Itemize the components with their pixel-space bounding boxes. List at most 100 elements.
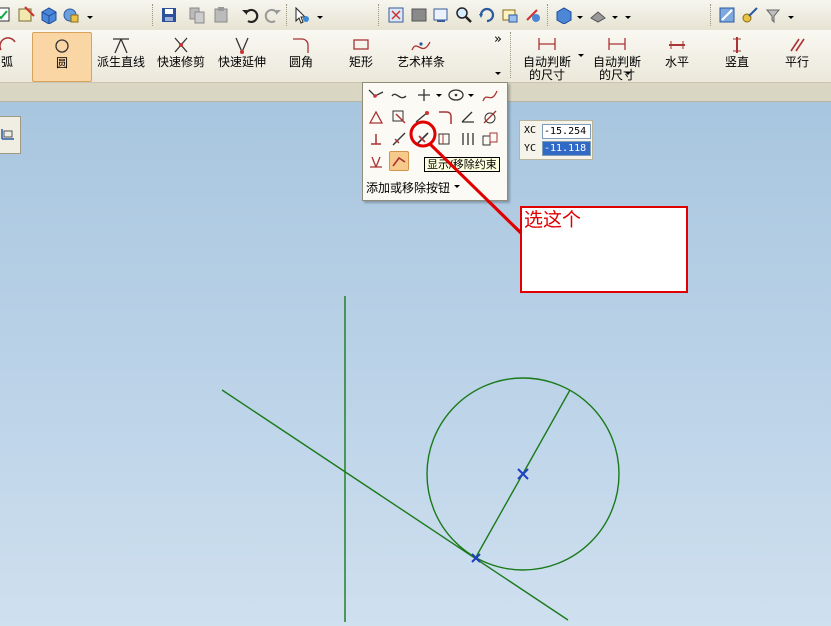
slanted-sketch-line[interactable]: [221, 389, 569, 621]
arc-button[interactable]: 弧: [0, 32, 20, 80]
studio-spline-button[interactable]: 艺术样条: [392, 32, 450, 80]
chevron-down-icon[interactable]: [317, 16, 323, 19]
standard-toolbar: [0, 0, 831, 31]
angle-tool-icon[interactable]: [459, 108, 477, 126]
auto-constrain-icon[interactable]: [389, 151, 409, 171]
rectangle-button[interactable]: 矩形: [344, 32, 378, 80]
convert-reference-icon[interactable]: [481, 130, 499, 148]
vertical-label: 竖直: [724, 55, 749, 69]
chevron-down-icon[interactable]: [612, 16, 618, 19]
arc-icon: [0, 37, 16, 51]
box-icon[interactable]: [40, 6, 58, 24]
inferred-dimension-button[interactable]: 自动判断 的尺寸: [520, 32, 574, 82]
vertical-constraint-button[interactable]: 竖直: [720, 32, 754, 80]
inferred-dimension-icon: [608, 38, 626, 50]
view-button[interactable]: [0, 116, 21, 154]
chevron-down-icon[interactable]: [454, 185, 460, 188]
parallel-constraint-button[interactable]: 平行: [780, 32, 814, 80]
chevron-down-icon[interactable]: [625, 72, 631, 75]
undo-icon[interactable]: [241, 6, 259, 24]
zoom-window-icon[interactable]: [432, 6, 450, 24]
toolbar-separator: [286, 4, 289, 26]
circle-label: 圆: [55, 56, 68, 70]
quick-trim-button[interactable]: 快速修剪: [154, 32, 208, 80]
quick-trim-label: 快速修剪: [156, 55, 205, 69]
xc-input[interactable]: -15.254: [542, 124, 591, 139]
selection-icon[interactable]: [293, 6, 311, 24]
toolbar-separator: [547, 4, 550, 26]
constraints-palette: 添加或移除按钮: [362, 82, 508, 201]
animate-dimension-icon[interactable]: [367, 152, 385, 170]
tooltip: 显示/移除约束: [424, 157, 500, 172]
constraint-tool-icon[interactable]: [367, 86, 385, 104]
checkbox-icon[interactable]: [0, 6, 12, 24]
redo-icon[interactable]: [264, 6, 282, 24]
horizontal-icon: [669, 41, 685, 49]
tangent-point-marker[interactable]: [471, 553, 481, 563]
overflow-chevron-icon: »: [494, 32, 502, 47]
collinear-tool-icon[interactable]: [390, 130, 408, 148]
yc-input[interactable]: -11.118: [542, 141, 591, 156]
fillet-button[interactable]: 圆角: [284, 32, 318, 80]
spline-tool-icon[interactable]: [481, 86, 499, 104]
feature-icon[interactable]: [62, 6, 80, 24]
rectangle-label: 矩形: [348, 55, 373, 69]
shaded-view-icon[interactable]: [410, 6, 428, 24]
chevron-down-icon[interactable]: [468, 94, 474, 97]
annotation-callout: 选这个: [520, 206, 688, 293]
circle-icon: [55, 39, 69, 53]
copy-icon[interactable]: [188, 6, 206, 24]
view-orientation-icon[interactable]: [589, 6, 607, 24]
parallel-icon: [790, 38, 805, 52]
save-icon[interactable]: [160, 6, 178, 24]
toolbar-separator: [152, 4, 155, 26]
toolbar-overflow-button[interactable]: »: [492, 32, 504, 80]
quick-trim-icon: [174, 37, 188, 53]
fillet-tool-icon[interactable]: [436, 108, 454, 126]
pan-icon[interactable]: [501, 6, 519, 24]
horizontal-constraint-button[interactable]: 水平: [660, 32, 694, 80]
toolbar-separator: [378, 4, 381, 26]
chevron-down-icon[interactable]: [788, 16, 794, 19]
chevron-down-icon[interactable]: [578, 54, 584, 57]
tangent-tool-icon[interactable]: [481, 108, 499, 126]
yc-label: YC: [524, 143, 537, 154]
arc-label: 弧: [0, 55, 13, 69]
render-style-icon[interactable]: [555, 6, 573, 24]
snap-point-icon[interactable]: [718, 6, 736, 24]
chevron-down-icon[interactable]: [436, 94, 442, 97]
curve-tool-icon[interactable]: [390, 86, 408, 104]
chevron-down-icon[interactable]: [577, 16, 583, 19]
sketch-icon[interactable]: [18, 6, 36, 24]
show-remove-constraints-icon[interactable]: [413, 130, 431, 148]
offset-curve-icon[interactable]: [390, 108, 408, 126]
xc-label: XC: [524, 125, 537, 136]
mirror-curve-icon[interactable]: [413, 108, 431, 126]
chevron-down-icon[interactable]: [87, 16, 93, 19]
fillet-label: 圆角: [288, 55, 313, 69]
paste-icon[interactable]: [212, 6, 230, 24]
quick-extend-button[interactable]: 快速延伸: [215, 32, 269, 80]
orient-view-icon[interactable]: [524, 6, 542, 24]
inferred-point-icon[interactable]: [741, 6, 759, 24]
fit-view-icon[interactable]: [387, 6, 405, 24]
studio-spline-label: 艺术样条: [396, 55, 445, 69]
center-point-marker[interactable]: [517, 468, 529, 480]
sketch-curve-toolbar: 弧 圆 派生直线 快速修剪 快速延伸 圆角 矩形 艺术样条 » 自动判断 的尺寸: [0, 30, 831, 83]
triangle-tool-icon[interactable]: [367, 108, 385, 126]
point-tool-icon[interactable]: [415, 86, 433, 104]
add-remove-buttons-menu[interactable]: 添加或移除按钮: [366, 179, 450, 196]
derived-line-button[interactable]: 派生直线: [95, 32, 147, 80]
equal-length-tool-icon[interactable]: [459, 130, 477, 148]
zoom-icon[interactable]: [455, 6, 473, 24]
inferred-dimension-2-button[interactable]: 自动判断 的尺寸: [590, 32, 644, 82]
filter-icon[interactable]: [764, 6, 782, 24]
studio-spline-icon: [411, 41, 431, 51]
concentric-tool-icon[interactable]: [436, 130, 454, 148]
rotate-icon[interactable]: [478, 6, 496, 24]
ellipse-tool-icon[interactable]: [447, 86, 465, 104]
perpendicular-tool-icon[interactable]: [367, 130, 385, 148]
chevron-down-icon[interactable]: [625, 16, 631, 19]
toolbar-separator: [710, 4, 713, 26]
circle-button[interactable]: 圆: [32, 32, 92, 82]
